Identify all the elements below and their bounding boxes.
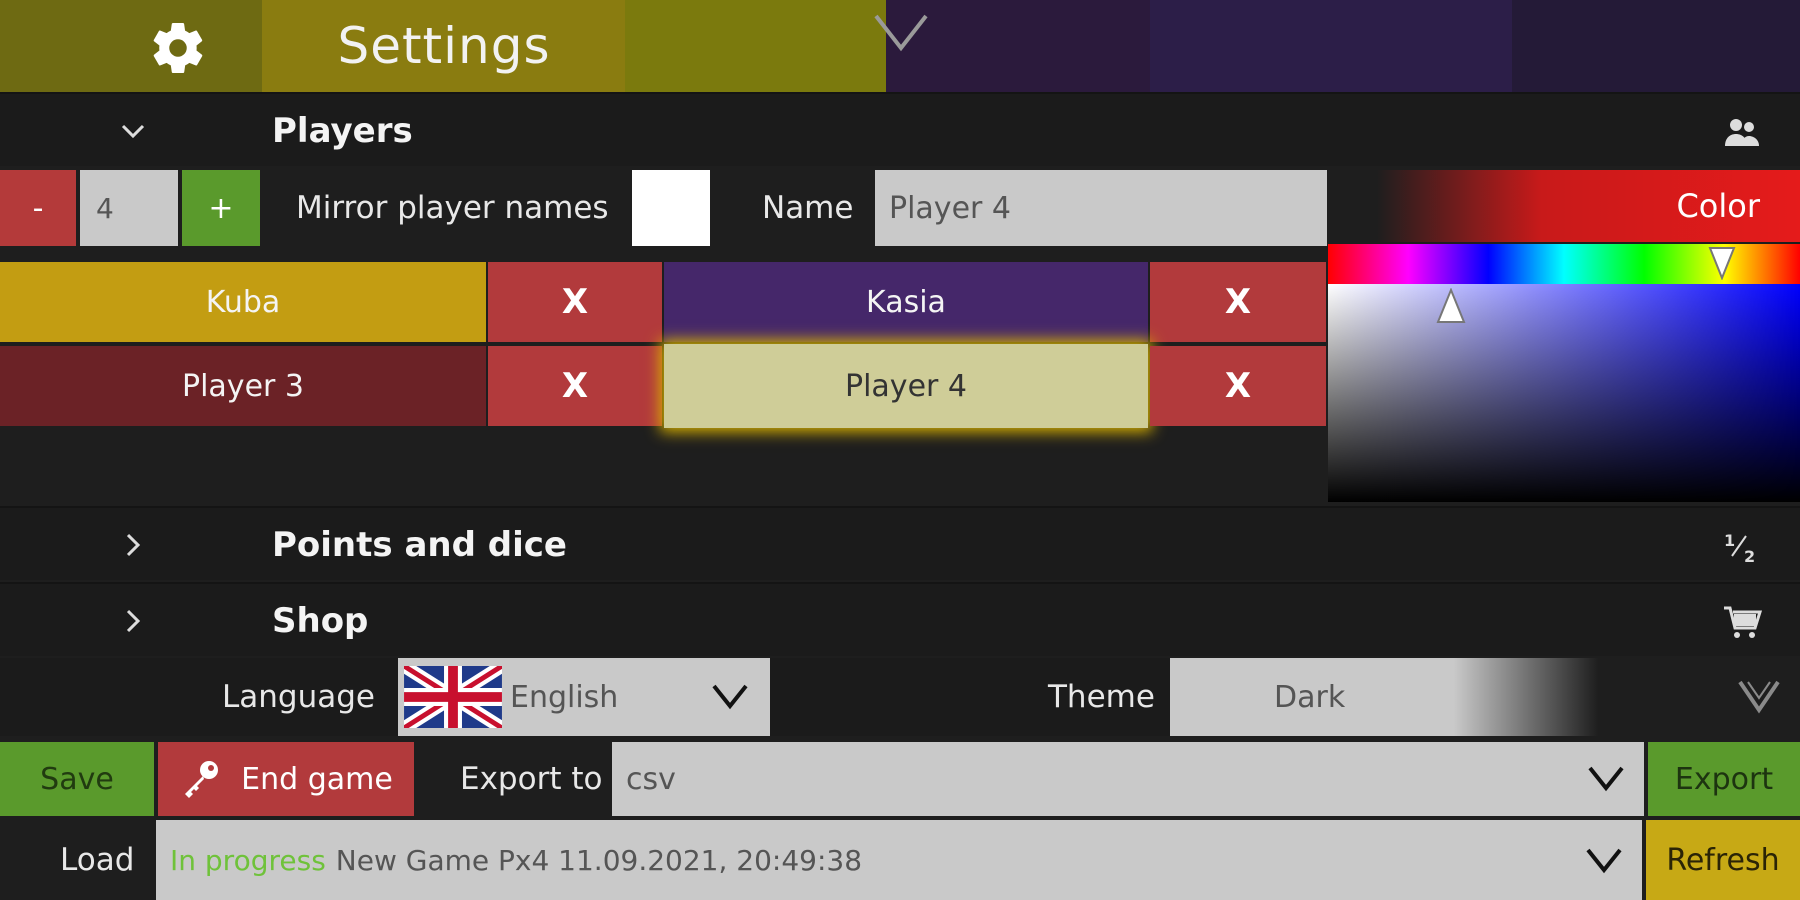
player-cell-player-3[interactable]: Player 3 (0, 346, 486, 426)
increase-players-button[interactable]: + (182, 170, 260, 246)
chevron-right-icon (118, 584, 148, 658)
svg-text:2: 2 (1744, 547, 1755, 566)
load-value: New Game Px4 11.09.2021, 20:49:38 (335, 843, 863, 877)
svg-text:1: 1 (1724, 531, 1735, 550)
player-cell-player-4-selected[interactable]: Player 4 (664, 344, 1148, 428)
cart-icon (1724, 606, 1762, 638)
language-value: English (510, 679, 619, 715)
section-players[interactable]: Players (0, 92, 1800, 166)
export-format-select[interactable]: csv (612, 742, 1644, 816)
end-game-button[interactable]: End game (158, 742, 414, 816)
chevron-right-icon (118, 508, 148, 582)
refresh-button[interactable]: Refresh (1646, 820, 1800, 900)
section-label: Shop (272, 601, 369, 641)
section-label: Points and dice (272, 525, 567, 565)
chevron-down-icon (1738, 680, 1780, 714)
remove-player-button[interactable]: X (1150, 262, 1326, 342)
mirror-names-checkbox[interactable] (632, 170, 710, 246)
uk-flag-icon (404, 666, 502, 728)
player-name-input[interactable]: Player 4 (875, 170, 1327, 246)
color-label: Color (1676, 187, 1760, 225)
export-format-value: csv (626, 761, 676, 797)
chevron-down-icon (1588, 766, 1624, 792)
gear-icon[interactable] (148, 18, 208, 78)
mirror-names-label: Mirror player names (296, 190, 609, 226)
remove-player-button[interactable]: X (488, 346, 662, 426)
chevron-down-icon (118, 94, 148, 168)
section-label: Players (272, 111, 413, 151)
load-game-select[interactable]: In progress New Game Px4 11.09.2021, 20:… (156, 820, 1642, 900)
saturation-marker-icon[interactable] (1436, 288, 1466, 324)
load-status: In progress (170, 843, 326, 877)
hue-marker-icon[interactable] (1708, 246, 1736, 280)
save-button[interactable]: Save (0, 742, 154, 816)
section-points-and-dice[interactable]: Points and dice 1 2 (0, 506, 1800, 580)
section-shop[interactable]: Shop (0, 582, 1800, 656)
language-label: Language (222, 679, 375, 715)
language-select[interactable]: English (398, 658, 770, 736)
chevron-down-icon[interactable] (870, 8, 932, 58)
player-cell-kuba[interactable]: Kuba (0, 262, 486, 342)
theme-select[interactable]: Dark (1170, 658, 1800, 736)
chevron-down-icon (1586, 848, 1622, 874)
decrease-players-button[interactable]: - (0, 170, 76, 246)
page-title: Settings (337, 17, 551, 75)
end-game-label: End game (241, 761, 393, 797)
remove-player-button[interactable]: X (488, 262, 662, 342)
chevron-down-icon (712, 684, 748, 710)
theme-value: Dark (1274, 679, 1346, 715)
remove-player-button[interactable]: X (1150, 346, 1326, 426)
player-cell-kasia[interactable]: Kasia (664, 262, 1148, 342)
export-button[interactable]: Export (1648, 742, 1800, 816)
player-count-field[interactable]: 4 (80, 170, 178, 246)
color-saturation-area[interactable] (1328, 284, 1800, 502)
points-icon: 1 2 (1724, 531, 1755, 566)
players-icon (1725, 119, 1759, 146)
name-label: Name (762, 190, 854, 226)
key-icon (185, 761, 219, 798)
theme-label: Theme (1048, 679, 1155, 715)
load-label: Load (60, 842, 135, 878)
export-to-label: Export to (460, 761, 603, 797)
